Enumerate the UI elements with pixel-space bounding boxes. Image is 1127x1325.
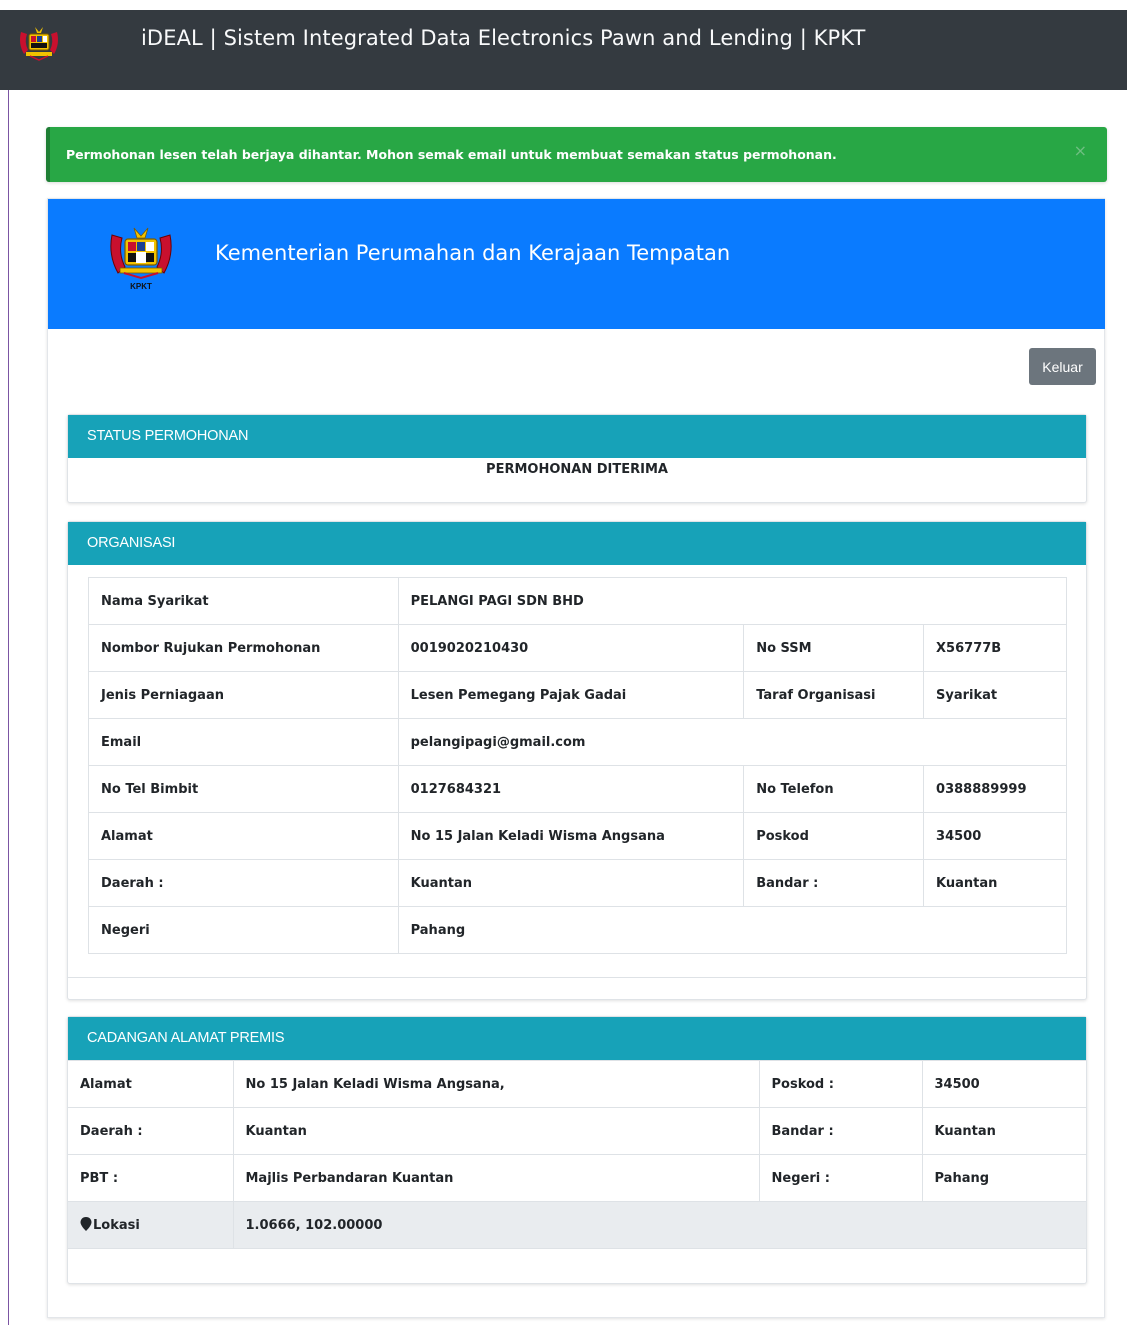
table-row: Alamat No 15 Jalan Keladi Wisma Angsana … (88, 812, 1067, 860)
label: Bandar : (759, 1107, 923, 1155)
label: Email (88, 718, 399, 766)
premis-header: CADANGAN ALAMAT PREMIS (68, 1017, 1086, 1060)
label: No SSM (743, 624, 925, 672)
premis-panel: CADANGAN ALAMAT PREMIS Alamat No 15 Jala… (67, 1016, 1087, 1284)
label: Nama Syarikat (88, 577, 399, 625)
table-row: Daerah : Kuantan Bandar : Kuantan (68, 1107, 1086, 1155)
table-row: No Tel Bimbit 0127684321 No Telefon 0388… (88, 765, 1067, 813)
divider (68, 977, 1086, 978)
table-row: Lokasi 1.0666, 102.00000 (68, 1201, 1086, 1249)
label: Bandar : (743, 859, 925, 907)
value: Kuantan (923, 859, 1067, 907)
table-row: Alamat No 15 Jalan Keladi Wisma Angsana,… (68, 1060, 1086, 1108)
label: PBT : (68, 1154, 234, 1202)
status-header: STATUS PERMOHONAN (68, 415, 1086, 458)
close-icon[interactable]: × (1074, 141, 1087, 160)
label: Alamat (68, 1060, 234, 1108)
success-alert: Permohonan lesen telah berjaya dihantar.… (46, 127, 1107, 182)
label: Poskod (743, 812, 925, 860)
value: pelangipagi@gmail.com (397, 718, 1068, 766)
label: Negeri (88, 906, 399, 954)
table-row: Email pelangipagi@gmail.com (88, 718, 1068, 766)
lokasi-label-cell: Lokasi (68, 1201, 234, 1249)
map-pin-icon (80, 1217, 92, 1231)
value: 1.0666, 102.00000 (233, 1201, 1086, 1249)
label: Daerah : (68, 1107, 234, 1155)
main-card: KPKT Kementerian Perumahan dan Kerajaan … (47, 198, 1105, 1318)
coat-of-arms-icon: KPKT (110, 227, 172, 291)
label: Alamat (88, 812, 399, 860)
label: No Telefon (743, 765, 925, 813)
label: Jenis Perniagaan (88, 671, 399, 719)
organisasi-panel: ORGANISASI Nama Syarikat PELANGI PAGI SD… (67, 521, 1087, 1000)
value: PELANGI PAGI SDN BHD (397, 577, 1068, 625)
ministry-name: Kementerian Perumahan dan Kerajaan Tempa… (215, 241, 731, 265)
value: 34500 (923, 812, 1067, 860)
ministry-banner: KPKT Kementerian Perumahan dan Kerajaan … (48, 199, 1105, 329)
value: Syarikat (923, 671, 1067, 719)
value: Majlis Perbandaran Kuantan (233, 1154, 760, 1202)
value: 34500 (922, 1060, 1086, 1108)
crest-caption: KPKT (130, 282, 152, 291)
value: Kuantan (397, 859, 745, 907)
label: Nombor Rujukan Permohonan (88, 624, 399, 672)
value: Kuantan (922, 1107, 1086, 1155)
value: Pahang (922, 1154, 1086, 1202)
label: Taraf Organisasi (743, 671, 925, 719)
organisasi-header: ORGANISASI (68, 522, 1086, 565)
premis-table: Alamat No 15 Jalan Keladi Wisma Angsana,… (68, 1060, 1086, 1249)
table-row: Daerah : Kuantan Bandar : Kuantan (88, 859, 1067, 907)
value: 0019020210430 (397, 624, 745, 672)
table-row: Negeri Pahang (88, 906, 1068, 954)
value: Lesen Pemegang Pajak Gadai (397, 671, 745, 719)
value: Kuantan (233, 1107, 760, 1155)
value: 0388889999 (923, 765, 1067, 813)
table-row: Nombor Rujukan Permohonan 0019020210430 … (88, 624, 1067, 672)
value: X56777B (923, 624, 1067, 672)
coat-of-arms-icon (20, 27, 58, 61)
alert-message: Permohonan lesen telah berjaya dihantar.… (66, 147, 837, 162)
top-navbar: iDEAL | Sistem Integrated Data Electroni… (0, 0, 1127, 90)
value: Pahang (397, 906, 1068, 954)
table-row: Jenis Perniagaan Lesen Pemegang Pajak Ga… (88, 671, 1067, 719)
table-row: Nama Syarikat PELANGI PAGI SDN BHD (88, 577, 1068, 625)
label: Lokasi (93, 1218, 140, 1233)
label: Poskod : (759, 1060, 923, 1108)
label: Daerah : (88, 859, 399, 907)
value: 0127684321 (397, 765, 745, 813)
logout-button[interactable]: Keluar (1029, 348, 1096, 385)
left-border-fill (0, 0, 8, 1325)
organisasi-table: Nama Syarikat PELANGI PAGI SDN BHD Nombo… (88, 577, 1068, 954)
label: Negeri : (759, 1154, 923, 1202)
status-panel: STATUS PERMOHONAN PERMOHONAN DITERIMA (67, 414, 1087, 503)
status-value: PERMOHONAN DITERIMA (486, 462, 668, 477)
label: No Tel Bimbit (88, 765, 399, 813)
table-row: PBT : Majlis Perbandaran Kuantan Negeri … (68, 1154, 1086, 1202)
value: No 15 Jalan Keladi Wisma Angsana, (233, 1060, 760, 1108)
value: No 15 Jalan Keladi Wisma Angsana (397, 812, 745, 860)
app-title: iDEAL | Sistem Integrated Data Electroni… (141, 26, 866, 50)
